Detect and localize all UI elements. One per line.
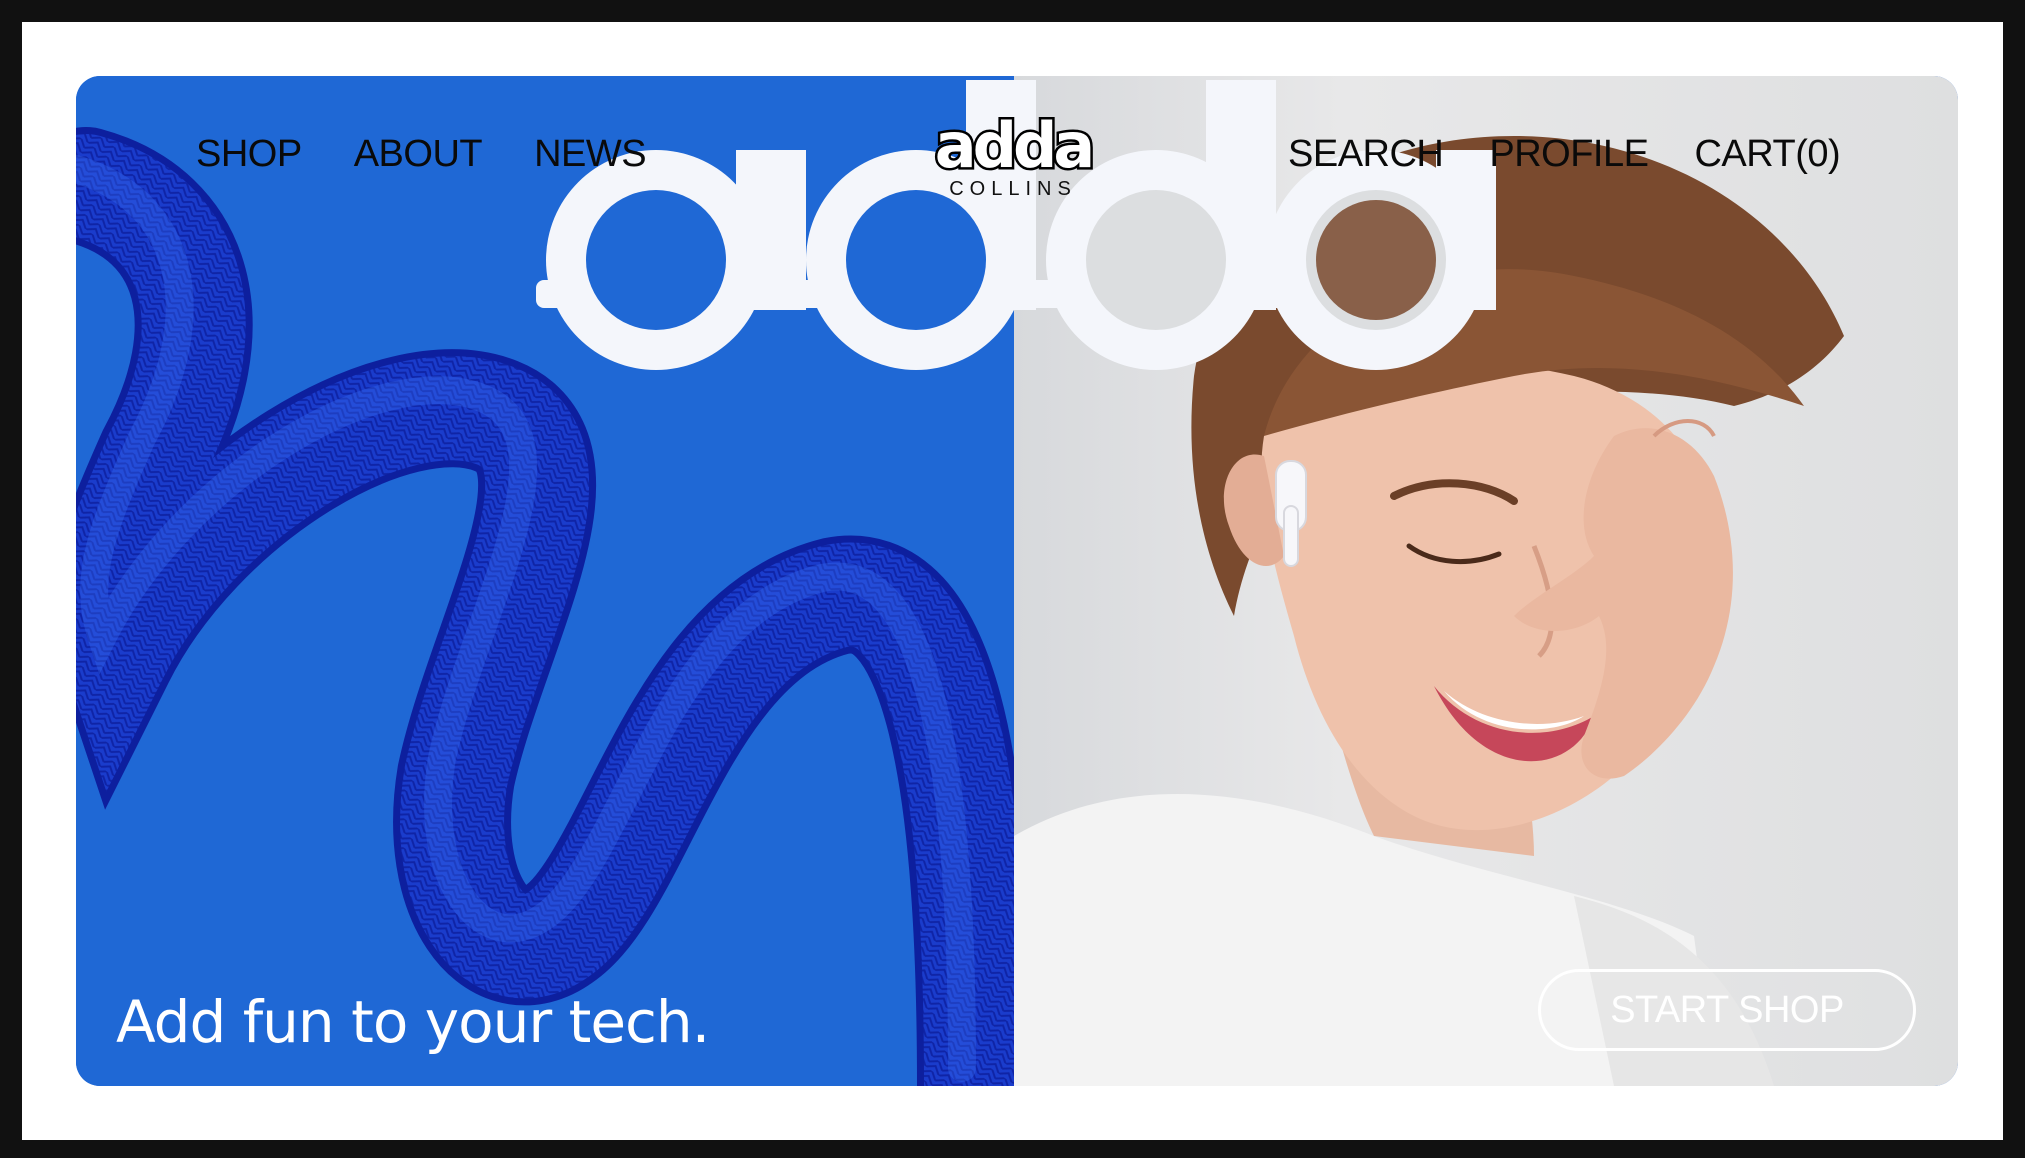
nav-cart[interactable]: CART(0) (1694, 133, 1840, 176)
primary-nav: SHOP ABOUT NEWS (196, 132, 647, 176)
woman-with-earbuds-photo (1014, 136, 1844, 1086)
nav-search[interactable]: SEARCH (1288, 133, 1444, 176)
nav-news[interactable]: NEWS (534, 133, 647, 176)
start-shop-button[interactable]: START SHOP (1538, 969, 1916, 1051)
nav-about[interactable]: ABOUT (354, 133, 483, 176)
brand-wordmark: adda (932, 109, 1097, 182)
hero-tagline: Add fun to your tech. (116, 988, 710, 1056)
nav-shop[interactable]: SHOP (196, 133, 302, 176)
braided-cable-image (76, 127, 1014, 1086)
hero-banner: SHOP ABOUT NEWS adda COLLINS SEARCH PROF… (76, 76, 1958, 1086)
nav-profile[interactable]: PROFILE (1489, 133, 1649, 176)
brand-logo[interactable]: adda COLLINS (908, 109, 1118, 216)
hero-right-panel (1014, 76, 1958, 1086)
utility-nav: SEARCH PROFILE CART(0) (1288, 132, 1841, 176)
hero-left-panel (76, 76, 1014, 1086)
